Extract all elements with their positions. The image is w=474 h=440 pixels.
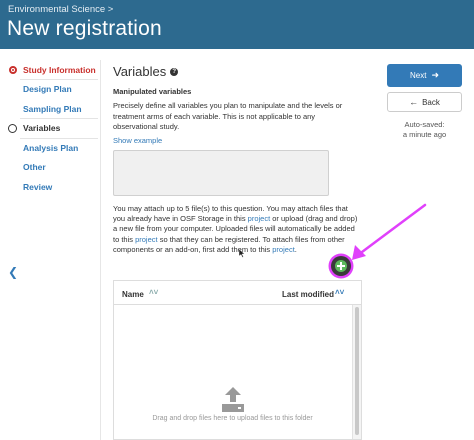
plus-circle-icon xyxy=(335,260,347,272)
sidebar-item-analysis-plan[interactable]: Analysis Plan xyxy=(0,138,100,158)
sidebar-item-review[interactable]: Review xyxy=(0,177,100,197)
sidebar-item-label: Other xyxy=(23,162,46,173)
divider xyxy=(20,138,98,139)
upload-icon xyxy=(222,387,244,412)
current-step-icon xyxy=(8,123,17,133)
file-browser: Name ˄˅ Last modified ˄˅ Drag and drop f… xyxy=(113,280,362,440)
arrow-right-icon: ➜ xyxy=(431,70,439,80)
sort-arrows-icon[interactable]: ˄˅ xyxy=(335,288,344,297)
app-header: Environmental Science > New registration xyxy=(0,0,474,49)
sidebar-item-label: Study Information xyxy=(23,64,96,75)
sidebar-item-label: Design Plan xyxy=(23,84,72,95)
autosave-time: a minute ago xyxy=(402,130,447,139)
project-link[interactable]: project xyxy=(135,235,158,244)
autosave-label: Auto-saved: xyxy=(404,120,445,129)
field-description: Precisely define all variables you plan … xyxy=(113,101,343,131)
drop-zone-text: Drag and drop files here to upload files… xyxy=(152,415,313,422)
sidebar-item-design-plan[interactable]: Design Plan xyxy=(0,80,100,100)
sidebar-item-label: Sampling Plan xyxy=(23,103,82,114)
back-button-label: Back xyxy=(422,97,440,107)
status-dot-icon xyxy=(9,65,17,74)
answer-textarea[interactable] xyxy=(113,150,329,196)
sidebar-divider xyxy=(100,60,101,440)
column-modified-header[interactable]: Last modified xyxy=(282,290,334,299)
arrow-left-icon: ← xyxy=(409,97,419,107)
scrollbar[interactable] xyxy=(352,305,361,439)
divider xyxy=(20,118,98,119)
file-table-header: Name ˄˅ Last modified ˄˅ xyxy=(114,281,361,305)
next-button-label: Next xyxy=(410,71,427,80)
sidebar-item-other[interactable]: Other xyxy=(0,158,100,178)
page-title: New registration xyxy=(7,17,162,40)
sidebar-steps: Study Information Design Plan Sampling P… xyxy=(0,60,100,279)
next-button[interactable]: Next ➜ xyxy=(387,64,462,87)
sidebar-item-label: Analysis Plan xyxy=(23,142,79,153)
sort-arrows-icon[interactable]: ˄˅ xyxy=(149,288,158,297)
section-title-text: Variables xyxy=(113,64,167,79)
sidebar-item-sampling-plan[interactable]: Sampling Plan xyxy=(0,99,100,119)
column-name-header[interactable]: Name xyxy=(122,290,144,299)
sidebar-item-label: Variables xyxy=(23,123,61,134)
question-icon[interactable]: ? xyxy=(170,67,179,76)
project-link[interactable]: project xyxy=(248,214,271,223)
chevron-left-icon[interactable]: ❮ xyxy=(8,265,18,279)
field-label: Manipulated variables xyxy=(113,87,192,96)
autosave-status: Auto-saved: a minute ago xyxy=(387,120,462,140)
scrollbar-thumb[interactable] xyxy=(355,307,359,435)
mouse-cursor-icon xyxy=(239,249,245,258)
add-file-button[interactable] xyxy=(331,256,351,276)
sidebar-item-study-information[interactable]: Study Information xyxy=(0,60,100,80)
sidebar-item-variables[interactable]: Variables xyxy=(0,119,100,139)
section-title: Variables ? xyxy=(113,64,179,79)
show-example-link[interactable]: Show example xyxy=(113,136,162,145)
attach-instructions: You may attach up to 5 file(s) to this q… xyxy=(113,204,358,255)
breadcrumb[interactable]: Environmental Science > xyxy=(8,4,113,15)
attach-text-part: . xyxy=(294,244,297,254)
divider xyxy=(20,79,98,80)
sidebar-item-label: Review xyxy=(23,181,53,192)
back-button[interactable]: ← Back xyxy=(387,92,462,112)
project-link[interactable]: project xyxy=(272,245,295,254)
drop-zone[interactable]: Drag and drop files here to upload files… xyxy=(114,305,351,439)
